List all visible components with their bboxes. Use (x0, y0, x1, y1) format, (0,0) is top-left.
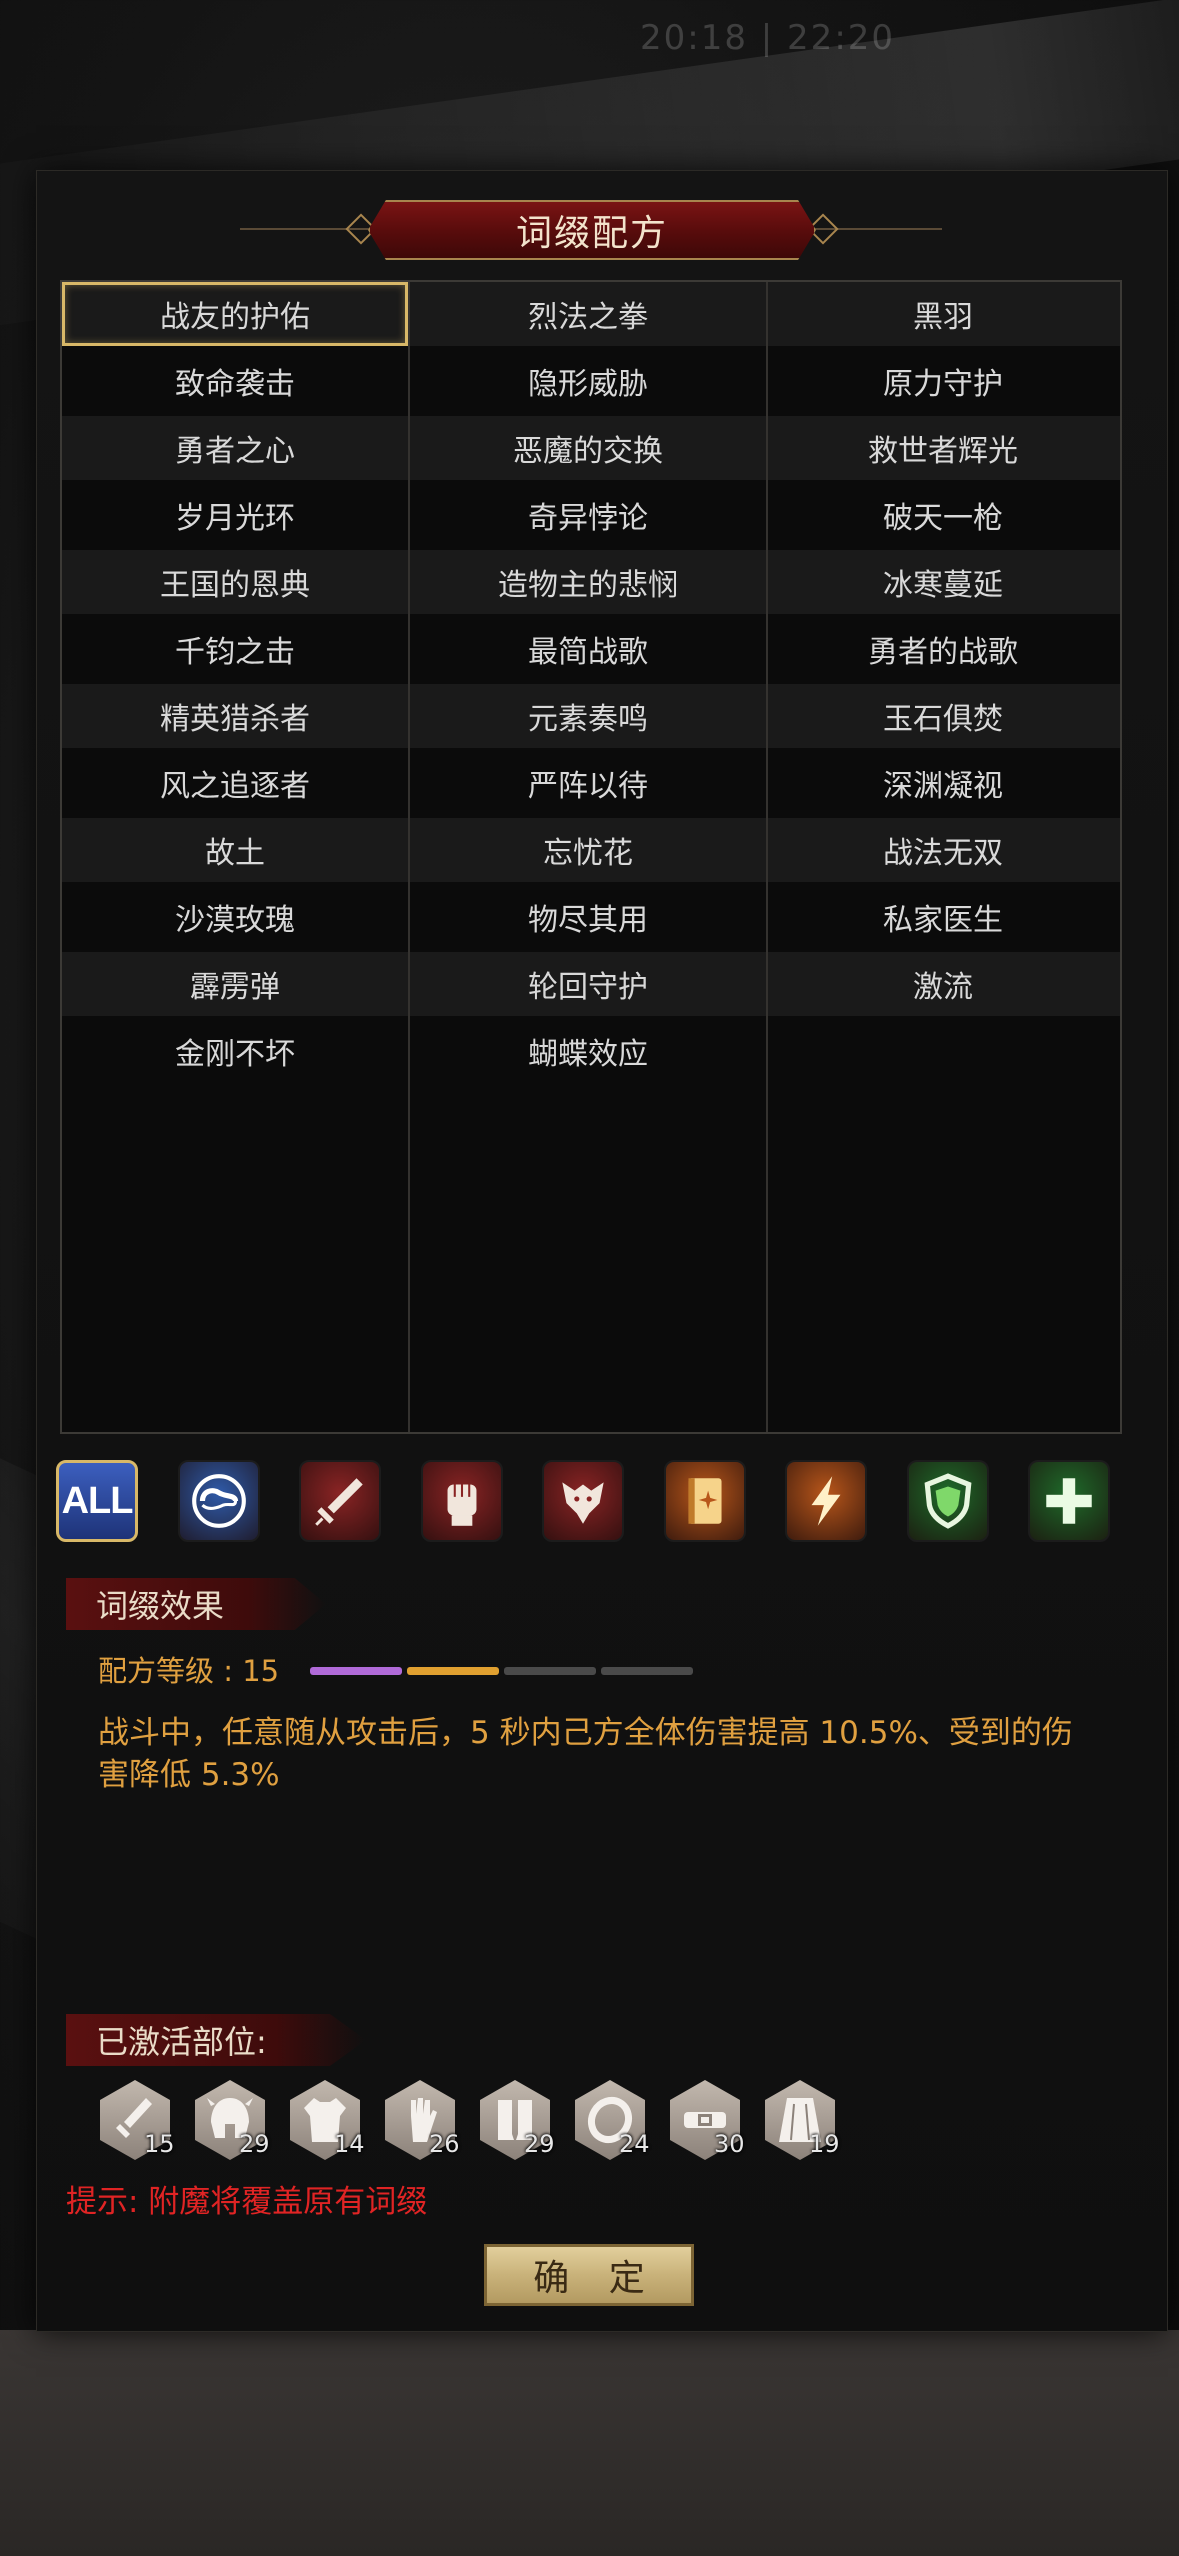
slot-count: 15 (144, 2130, 175, 2158)
level-segment (601, 1667, 693, 1675)
affix-item[interactable]: 救世者辉光 (768, 416, 1118, 480)
wolf-icon (552, 1470, 614, 1532)
affix-item[interactable]: 沙漠玫瑰 (62, 885, 408, 949)
affix-item[interactable]: 元素奏鸣 (410, 684, 766, 748)
filter-button-fist[interactable] (420, 1460, 503, 1542)
affix-item[interactable]: 勇者的战歌 (768, 617, 1118, 681)
affix-item[interactable]: 隐形威胁 (410, 349, 766, 413)
activated-section-label: 已激活部位: (66, 2014, 366, 2066)
affix-item[interactable]: 深渊凝视 (768, 751, 1118, 815)
equipment-slot: 29 (195, 2080, 270, 2160)
level-segment (504, 1667, 596, 1675)
affix-item[interactable]: 岁月光环 (62, 483, 408, 547)
fist-icon (431, 1470, 493, 1532)
book-icon (674, 1470, 736, 1532)
page-title: 词缀配方 (515, 213, 668, 254)
level-segment (310, 1667, 402, 1675)
affix-item[interactable]: 千钧之击 (62, 617, 408, 681)
filter-button-sword[interactable] (299, 1460, 381, 1542)
all-icon: ALL (61, 1479, 134, 1522)
slot-count: 24 (619, 2130, 650, 2158)
affix-item[interactable]: 轮回守护 (410, 952, 766, 1016)
affix-item[interactable]: 物尽其用 (410, 885, 766, 949)
affix-item[interactable]: 奇异悖论 (410, 483, 766, 547)
sword-icon (309, 1470, 371, 1532)
equipment-slot: 26 (385, 2080, 460, 2160)
affix-item[interactable]: 忘忧花 (410, 818, 766, 882)
affix-item[interactable]: 最简战歌 (410, 617, 766, 681)
recipe-level: 配方等级 : 15 (98, 1654, 280, 1688)
activated-slots: 15 29 14 26 29 24 30 19 (100, 2080, 860, 2170)
slot-count: 14 (334, 2130, 365, 2158)
equipment-slot: 30 (670, 2080, 745, 2160)
slot-count: 19 (809, 2130, 840, 2158)
effect-section-label: 词缀效果 (66, 1578, 326, 1630)
affix-item[interactable]: 蝴蝶效应 (410, 1019, 766, 1083)
affix-item[interactable]: 烈法之拳 (410, 282, 766, 346)
affix-item[interactable]: 故土 (62, 818, 408, 882)
affix-item[interactable]: 私家医生 (768, 885, 1118, 949)
affix-item[interactable]: 冰寒蔓延 (768, 550, 1118, 614)
affix-item[interactable]: 严阵以待 (410, 751, 766, 815)
title-banner: 词缀配方 (368, 200, 816, 260)
slot-count: 30 (714, 2130, 745, 2158)
affix-item[interactable]: 原力守护 (768, 349, 1118, 413)
equipment-slot: 24 (575, 2080, 650, 2160)
affix-item[interactable]: 风之追逐者 (62, 751, 408, 815)
affix-item[interactable]: 勇者之心 (62, 416, 408, 480)
affix-item[interactable]: 黑羽 (768, 282, 1118, 346)
slot-count: 29 (239, 2130, 270, 2158)
affix-item[interactable]: 恶魔的交换 (410, 416, 766, 480)
level-segment (407, 1667, 499, 1675)
status-time: 20:18 | 22:20 (640, 18, 896, 58)
affix-item[interactable]: 王国的恩典 (62, 550, 408, 614)
filter-button-lightning[interactable] (785, 1460, 867, 1542)
filter-button-book[interactable] (663, 1460, 746, 1542)
lightning-icon (795, 1470, 857, 1532)
affix-item[interactable]: 激流 (768, 952, 1118, 1016)
filter-button-wolf[interactable] (542, 1460, 624, 1542)
filter-bar: ALL (56, 1456, 1116, 1550)
affix-item[interactable]: 破天一枪 (768, 483, 1118, 547)
slot-count: 26 (429, 2130, 460, 2158)
filter-button-plus[interactable] (1028, 1460, 1110, 1542)
filter-button-all[interactable]: ALL (56, 1460, 138, 1542)
equipment-slot: 19 (765, 2080, 840, 2160)
affix-item[interactable]: 战友的护佑 (62, 282, 408, 346)
hint-text: 提示: 附魔将覆盖原有词缀 (66, 2184, 428, 2220)
affix-item[interactable]: 金刚不坏 (62, 1019, 408, 1083)
equipment-slot: 29 (480, 2080, 555, 2160)
equipment-slot: 14 (290, 2080, 365, 2160)
affix-item[interactable]: 致命袭击 (62, 349, 408, 413)
affix-item[interactable]: 霹雳弹 (62, 952, 408, 1016)
affix-table: 战友的护佑 致命袭击 勇者之心 岁月光环 王国的恩典 千钧之击 精英猎杀者 风之追逐者 故土 沙漠… (60, 280, 1122, 1434)
slot-count: 29 (524, 2130, 555, 2158)
affix-item[interactable]: 造物主的悲悯 (410, 550, 766, 614)
affix-item[interactable]: 战法无双 (768, 818, 1118, 882)
equipment-slot: 15 (100, 2080, 175, 2160)
affix-item[interactable]: 精英猎杀者 (62, 684, 408, 748)
plus-icon (1038, 1470, 1100, 1532)
bottom-backdrop (0, 2330, 1179, 2556)
filter-button-yin-yang[interactable] (177, 1460, 260, 1542)
confirm-button[interactable]: 确 定 (484, 2244, 694, 2306)
affix-item[interactable]: 玉石俱焚 (768, 684, 1118, 748)
yin-yang-icon (188, 1470, 250, 1532)
effect-description: 战斗中，任意随从攻击后，5 秒内己方全体伤害提高 10.5%、受到的伤害降低 5… (98, 1715, 1073, 1793)
filter-button-shield[interactable] (906, 1460, 989, 1542)
shield-icon (917, 1470, 979, 1532)
